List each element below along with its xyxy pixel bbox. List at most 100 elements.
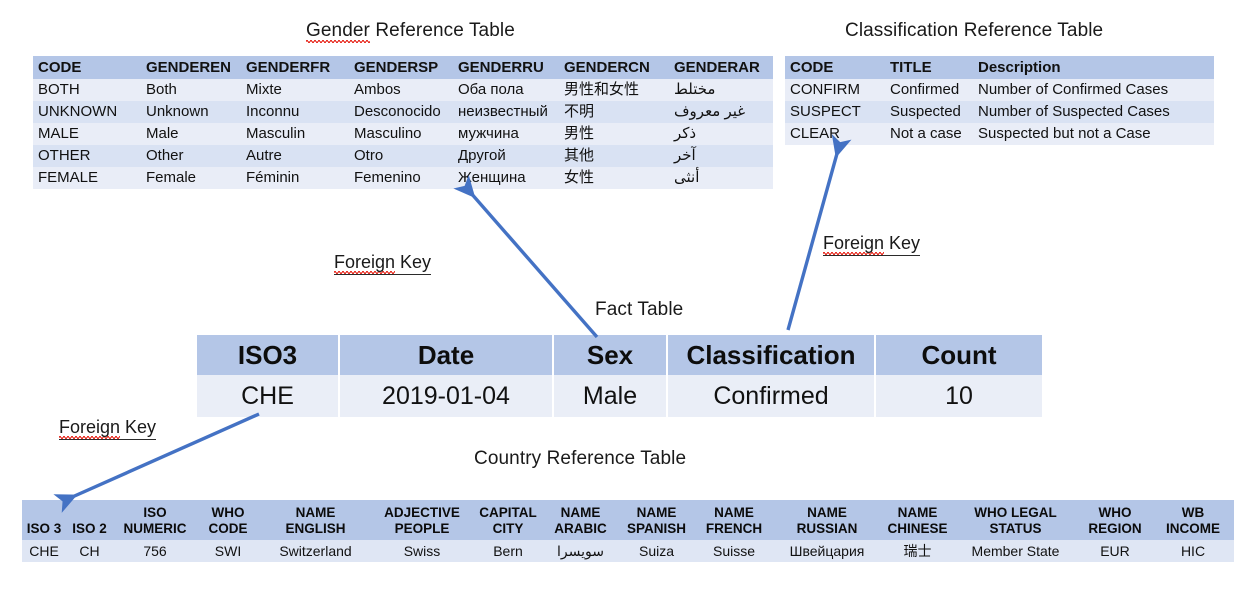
classification-reference-table-title: Classification Reference Table bbox=[845, 20, 1104, 41]
fact-column-header-count: Count bbox=[876, 335, 1042, 375]
country-cell: 瑞士 bbox=[903, 543, 932, 559]
table-cell: OTHER bbox=[33, 145, 141, 167]
column-header-genderfr: GENDERFR bbox=[241, 56, 349, 79]
country-column-header: ISO 2 bbox=[66, 500, 113, 540]
column-header-code: CODE bbox=[33, 56, 141, 79]
country-header-line2: NUMERIC bbox=[123, 521, 187, 536]
table-cell: Другой bbox=[453, 145, 559, 167]
table-cell: Оба пола bbox=[453, 79, 559, 101]
country-table-data-row: CHE CH 756 SWI Switzerland Swiss Bern سويسرا Sui… bbox=[22, 540, 1234, 562]
country-header-line2: REGION bbox=[1088, 521, 1142, 536]
country-column-header: ISO 3 bbox=[22, 500, 66, 540]
country-header-line2: CITY bbox=[492, 521, 524, 536]
country-header-line2: ARABIC bbox=[554, 521, 607, 536]
country-cell: Member State bbox=[971, 543, 1060, 559]
table-cell: неизвестный bbox=[453, 101, 559, 123]
table-cell: Inconnu bbox=[241, 101, 349, 123]
table-cell: BOTH bbox=[33, 79, 141, 101]
table-cell: مختلط bbox=[669, 79, 773, 101]
table-row: OTHER Other Autre Otro Другой 其他 آخر bbox=[33, 145, 773, 167]
country-table-header-row: ISO 3 ISO 2 ISO NUMERIC WHO CODE NAME ENGLISH A… bbox=[22, 500, 1234, 540]
country-header-line2: INCOME bbox=[1166, 521, 1220, 536]
country-cell: Bern bbox=[493, 543, 523, 559]
table-cell: 其他 bbox=[559, 145, 669, 167]
table-cell: 女性 bbox=[559, 167, 669, 189]
column-header-genderru: GENDERRU bbox=[453, 56, 559, 79]
table-cell: Femenino bbox=[349, 167, 453, 189]
country-header-line1: WHO bbox=[211, 505, 245, 520]
key-word-country: Key bbox=[120, 417, 157, 437]
country-cell: Swiss bbox=[403, 543, 441, 559]
table-cell: آخر bbox=[669, 145, 773, 167]
fact-column-header-classification: Classification bbox=[668, 335, 876, 375]
slide-canvas: Gender Reference Table Classification Re… bbox=[0, 0, 1254, 590]
table-cell: ذكر bbox=[669, 123, 773, 145]
country-column-header: NAME RUSSIAN bbox=[772, 500, 882, 540]
country-header-line1: CAPITAL bbox=[479, 505, 537, 520]
table-cell: Autre bbox=[241, 145, 349, 167]
fact-column-header-iso3: ISO3 bbox=[197, 335, 340, 375]
table-cell: Женщина bbox=[453, 167, 559, 189]
country-header-line1: ADJECTIVE bbox=[384, 505, 460, 520]
fact-cell: Confirmed bbox=[668, 375, 876, 417]
fact-cell: CHE bbox=[197, 375, 340, 417]
column-header-code: CODE bbox=[785, 56, 885, 79]
gender-table-body: BOTH Both Mixte Ambos Оба пола 男性和女性 مختلط UNKN… bbox=[33, 79, 773, 189]
country-header-line1: NAME bbox=[295, 505, 336, 520]
country-header-line2: FRENCH bbox=[705, 521, 763, 536]
fact-cell: 10 bbox=[876, 375, 1042, 417]
classification-reference-table: CODE TITLE Description CONFIRM Confirmed Num… bbox=[785, 56, 1214, 145]
table-cell: Otro bbox=[349, 145, 453, 167]
foreign-word-country: Foreign bbox=[59, 417, 121, 438]
gender-title-rest: Reference Table bbox=[369, 20, 515, 41]
country-header-line1: WB bbox=[1181, 505, 1205, 520]
gender-reference-table-title: Gender Reference Table bbox=[306, 20, 515, 43]
key-word-gender: Key bbox=[395, 252, 432, 272]
country-header-line1: NAME bbox=[714, 505, 754, 520]
country-column-header: WHO LEGAL STATUS bbox=[953, 500, 1078, 540]
table-cell: Desconocido bbox=[349, 101, 453, 123]
table-cell: Ambos bbox=[349, 79, 453, 101]
table-cell: CLEAR bbox=[785, 123, 885, 145]
table-cell: Mixte bbox=[241, 79, 349, 101]
gender-title-misspelled: Gender bbox=[306, 20, 370, 42]
fact-table-header-row: ISO3 Date Sex Classification Count bbox=[197, 335, 1042, 375]
country-cell: 756 bbox=[143, 543, 167, 559]
column-header-description: Description bbox=[973, 56, 1214, 79]
table-cell: Female bbox=[141, 167, 241, 189]
country-header-line1: WHO LEGAL bbox=[974, 505, 1057, 520]
table-cell: Féminin bbox=[241, 167, 349, 189]
table-cell: 男性和女性 bbox=[559, 79, 669, 101]
country-column-header: WB INCOME bbox=[1152, 500, 1234, 540]
table-cell: CONFIRM bbox=[785, 79, 885, 101]
country-column-header: CAPITAL CITY bbox=[472, 500, 544, 540]
country-cell: Switzerland bbox=[279, 543, 352, 559]
country-header-line2: SPANISH bbox=[626, 521, 686, 536]
country-cell: SWI bbox=[214, 543, 242, 559]
table-cell: Male bbox=[141, 123, 241, 145]
table-row: MALE Male Masculin Masculino мужчина 男性 ذكر bbox=[33, 123, 773, 145]
table-cell: 男性 bbox=[559, 123, 669, 145]
country-column-header: NAME ENGLISH bbox=[259, 500, 372, 540]
table-cell: Suspected but not a Case bbox=[973, 123, 1214, 145]
country-header-line1: ISO bbox=[143, 505, 167, 520]
country-header-line1 bbox=[66, 505, 113, 521]
gender-table-header-row: CODE GENDEREN GENDERFR GENDERSP GENDERRU GEND… bbox=[33, 56, 773, 79]
table-cell: Masculino bbox=[349, 123, 453, 145]
country-header-line2: ISO 3 bbox=[26, 521, 62, 536]
column-header-title: TITLE bbox=[885, 56, 973, 79]
table-cell: 不明 bbox=[559, 101, 669, 123]
country-header-line1: NAME bbox=[636, 505, 677, 520]
country-header-line2: RUSSIAN bbox=[796, 521, 858, 536]
table-cell: Unknown bbox=[141, 101, 241, 123]
country-header-line2: STATUS bbox=[989, 521, 1042, 536]
country-header-line1: NAME bbox=[897, 505, 938, 520]
table-cell: غير معروف bbox=[669, 101, 773, 123]
country-header-line1: WHO bbox=[1098, 505, 1132, 520]
foreign-key-label-classification: Foreign Key bbox=[823, 233, 921, 256]
column-header-genderen: GENDEREN bbox=[141, 56, 241, 79]
table-cell: أنثى bbox=[669, 167, 773, 189]
column-header-gendercn: GENDERCN bbox=[559, 56, 669, 79]
country-reference-table-title: Country Reference Table bbox=[474, 448, 687, 469]
country-cell: Швейцария bbox=[789, 543, 865, 559]
